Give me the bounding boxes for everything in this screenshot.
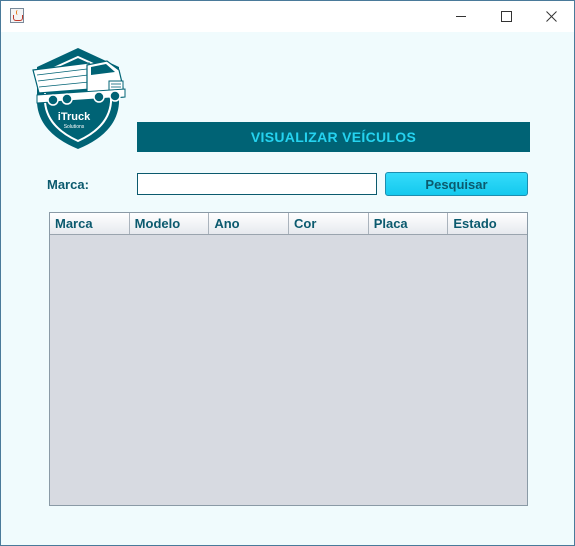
logo-brand: iTruck <box>58 111 91 123</box>
maximize-icon <box>500 11 512 22</box>
close-icon <box>545 11 557 22</box>
column-header-modelo[interactable]: Modelo <box>130 213 210 234</box>
maximize-button[interactable] <box>483 1 529 32</box>
search-button[interactable]: Pesquisar <box>385 172 528 196</box>
marca-search-input[interactable] <box>137 173 377 195</box>
logo-tagline: Solutions <box>64 124 85 130</box>
itruck-logo: iTruck Solutions <box>32 48 126 149</box>
minimize-icon <box>456 16 466 17</box>
table-header: Marca Modelo Ano Cor Placa Estado <box>50 213 527 235</box>
marca-label: Marca: <box>47 177 89 192</box>
column-header-placa[interactable]: Placa <box>369 213 449 234</box>
column-header-estado[interactable]: Estado <box>448 213 527 234</box>
page-title: VISUALIZAR VEÍCULOS <box>250 129 417 145</box>
column-header-ano[interactable]: Ano <box>209 213 290 234</box>
vehicles-table[interactable]: Marca Modelo Ano Cor Placa Estado <box>49 212 528 506</box>
page-header: VISUALIZAR VEÍCULOS <box>137 122 530 152</box>
java-icon[interactable] <box>10 8 24 23</box>
column-header-cor[interactable]: Cor <box>289 213 369 234</box>
minimize-button[interactable] <box>438 1 484 32</box>
title-bar[interactable] <box>1 1 574 32</box>
column-header-marca[interactable]: Marca <box>50 213 130 234</box>
close-button[interactable] <box>528 1 574 32</box>
main-window: iTruck Solutions VISUALIZAR VEÍCULOS Mar… <box>0 0 575 546</box>
